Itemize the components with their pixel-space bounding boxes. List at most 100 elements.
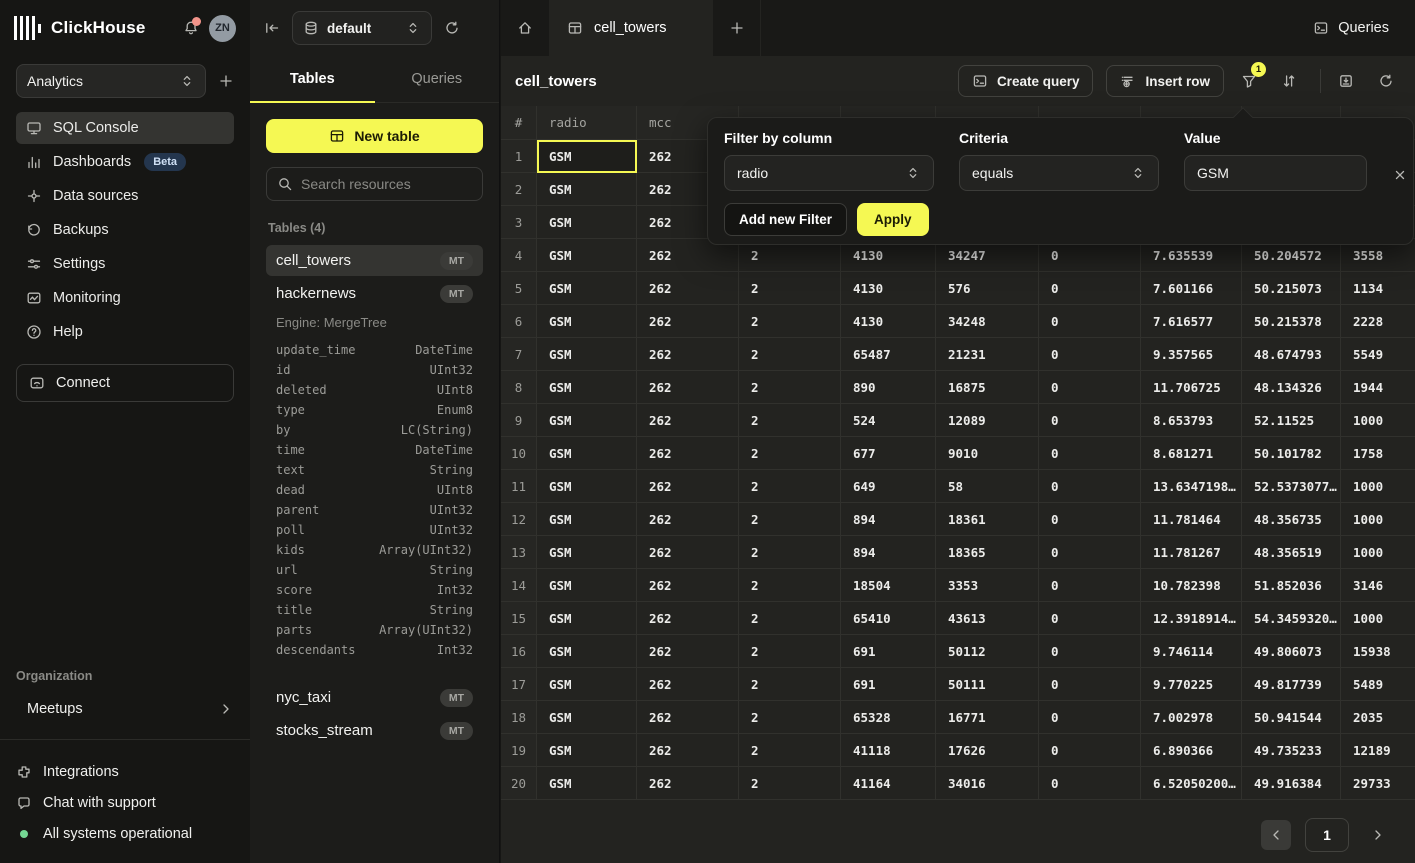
table-cell[interactable]: 9010 [936, 437, 1039, 470]
table-cell[interactable]: GSM [537, 338, 637, 371]
table-cell[interactable]: GSM [537, 371, 637, 404]
table-cell[interactable]: 1000 [1341, 602, 1415, 635]
table-cell[interactable]: 1000 [1341, 470, 1415, 503]
table-cell[interactable]: 2 [739, 338, 841, 371]
table-cell[interactable]: 11.781267 [1141, 536, 1242, 569]
table-cell[interactable]: 262 [637, 569, 739, 602]
table-cell[interactable]: 691 [841, 668, 936, 701]
table-cell[interactable]: 29733 [1341, 767, 1415, 800]
table-cell[interactable]: 2 [739, 668, 841, 701]
remove-filter-button[interactable] [1392, 162, 1408, 188]
table-cell[interactable]: 50112 [936, 635, 1039, 668]
table-cell[interactable]: 49.916384 [1242, 767, 1341, 800]
table-cell[interactable]: 691 [841, 635, 936, 668]
add-new-filter-button[interactable]: Add new Filter [724, 203, 847, 236]
table-cell[interactable]: 5489 [1341, 668, 1415, 701]
table-cell[interactable]: 41164 [841, 767, 936, 800]
connect-button[interactable]: Connect [16, 364, 234, 402]
table-cell[interactable]: 0 [1039, 569, 1141, 602]
table-cell[interactable]: 262 [637, 536, 739, 569]
table-cell[interactable]: 18504 [841, 569, 936, 602]
table-cell[interactable]: 262 [637, 503, 739, 536]
filter-value-input[interactable] [1184, 155, 1367, 191]
filter-button[interactable]: 1 [1234, 66, 1264, 96]
table-cell[interactable]: 1758 [1341, 437, 1415, 470]
database-select[interactable]: default [292, 11, 432, 45]
table-cell[interactable]: 48.674793 [1242, 338, 1341, 371]
column-header[interactable]: radio [537, 106, 637, 140]
home-button[interactable] [501, 0, 549, 56]
sidebar-item-settings[interactable]: Settings [16, 248, 234, 280]
table-cell[interactable]: 0 [1039, 371, 1141, 404]
search-resources-box[interactable] [266, 167, 483, 201]
table-cell[interactable]: 34248 [936, 305, 1039, 338]
table-cell[interactable]: 50.215378 [1242, 305, 1341, 338]
refresh-table-button[interactable] [1371, 66, 1401, 96]
new-table-button[interactable]: New table [266, 119, 483, 153]
table-cell[interactable]: 41118 [841, 734, 936, 767]
add-service-button[interactable] [218, 73, 234, 89]
table-cell[interactable]: 0 [1039, 437, 1141, 470]
table-cell[interactable]: 12089 [936, 404, 1039, 437]
table-cell[interactable]: 8.653793 [1141, 404, 1242, 437]
table-cell[interactable]: 52.11525 [1242, 404, 1341, 437]
table-cell[interactable]: 2 [739, 470, 841, 503]
table-cell[interactable]: GSM [537, 470, 637, 503]
table-cell[interactable]: 649 [841, 470, 936, 503]
table-cell[interactable]: 0 [1039, 272, 1141, 305]
table-cell[interactable]: GSM [537, 602, 637, 635]
sidebar-item-dashboards[interactable]: DashboardsBeta [16, 146, 234, 178]
table-cell[interactable]: 49.817739 [1242, 668, 1341, 701]
table-cell[interactable]: 0 [1039, 536, 1141, 569]
table-cell[interactable]: 1000 [1341, 503, 1415, 536]
table-cell[interactable]: 262 [637, 668, 739, 701]
table-cell[interactable]: GSM [537, 239, 637, 272]
table-cell[interactable]: 1000 [1341, 404, 1415, 437]
collapse-panel-icon[interactable] [264, 20, 280, 36]
table-cell[interactable]: 2 [739, 602, 841, 635]
table-cell[interactable]: 262 [637, 734, 739, 767]
table-cell[interactable]: GSM [537, 734, 637, 767]
table-cell[interactable]: 0 [1039, 503, 1141, 536]
table-cell[interactable]: GSM [537, 437, 637, 470]
table-cell[interactable]: 3146 [1341, 569, 1415, 602]
table-cell[interactable]: 50.101782 [1242, 437, 1341, 470]
workspace-select[interactable]: Analytics [16, 64, 206, 98]
sidebar-item-chat-with-support[interactable]: Chat with support [0, 787, 250, 818]
table-cell[interactable]: GSM [537, 173, 637, 206]
table-cell[interactable]: 2 [739, 767, 841, 800]
table-cell[interactable]: 262 [637, 635, 739, 668]
table-cell[interactable]: 34016 [936, 767, 1039, 800]
table-cell[interactable]: 9.357565 [1141, 338, 1242, 371]
table-cell[interactable]: 262 [637, 602, 739, 635]
table-cell[interactable]: 262 [637, 371, 739, 404]
table-cell[interactable]: 1944 [1341, 371, 1415, 404]
table-cell[interactable]: 52.5373077… [1242, 470, 1341, 503]
table-cell[interactable]: 11.781464 [1141, 503, 1242, 536]
table-cell[interactable]: GSM [537, 635, 637, 668]
table-cell[interactable]: GSM [537, 701, 637, 734]
table-cell[interactable]: 1134 [1341, 272, 1415, 305]
table-cell[interactable]: 5549 [1341, 338, 1415, 371]
table-cell[interactable]: 7.601166 [1141, 272, 1242, 305]
table-cell[interactable]: 43613 [936, 602, 1039, 635]
table-cell[interactable]: 49.806073 [1242, 635, 1341, 668]
sidebar-item-help[interactable]: Help [16, 316, 234, 348]
table-cell[interactable]: 48.356519 [1242, 536, 1341, 569]
table-cell[interactable]: 894 [841, 503, 936, 536]
table-cell[interactable]: 2 [739, 536, 841, 569]
tab-queries[interactable]: Queries [375, 56, 500, 102]
table-cell[interactable]: 7.616577 [1141, 305, 1242, 338]
filter-column-select[interactable]: radio [724, 155, 934, 191]
avatar[interactable]: ZN [209, 15, 236, 42]
table-cell[interactable]: 50.215073 [1242, 272, 1341, 305]
sort-button[interactable] [1274, 66, 1304, 96]
table-cell[interactable]: 2 [739, 272, 841, 305]
table-cell[interactable]: 21231 [936, 338, 1039, 371]
table-cell[interactable]: GSM [537, 767, 637, 800]
table-cell[interactable]: 262 [637, 437, 739, 470]
table-cell[interactable]: 48.134326 [1242, 371, 1341, 404]
table-cell[interactable]: 2035 [1341, 701, 1415, 734]
table-cell[interactable]: 262 [637, 767, 739, 800]
table-list-item-nyc_taxi[interactable]: nyc_taxiMT [266, 682, 483, 713]
